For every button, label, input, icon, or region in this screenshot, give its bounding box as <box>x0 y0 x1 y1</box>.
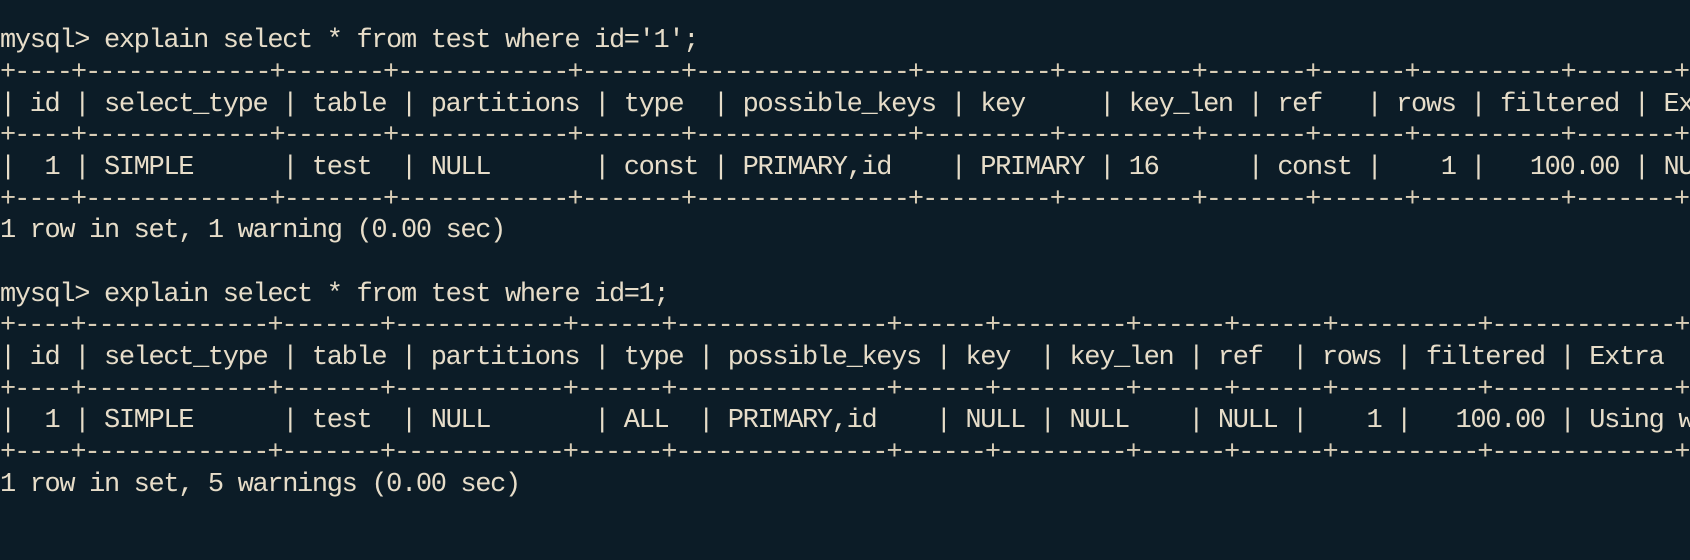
table-border: +----+-------------+-------+------------… <box>0 58 1690 88</box>
result-summary: 1 row in set, 1 warning (0.00 sec) <box>0 216 506 246</box>
table-border: +----+-------------+-------+------------… <box>0 121 1690 151</box>
table-row: | 1 | SIMPLE | test | NULL | const | PRI… <box>0 153 1690 183</box>
command-line: mysql> explain select * from test where … <box>0 280 670 310</box>
table-row: | 1 | SIMPLE | test | NULL | ALL | PRIMA… <box>0 406 1690 436</box>
terminal-window[interactable]: mysql> explain select * from test where … <box>0 24 1690 560</box>
table-header-row: | id | select_type | table | partitions … <box>0 343 1690 373</box>
table-border: +----+-------------+-------+------------… <box>0 311 1690 341</box>
command-line: mysql> explain select * from test where … <box>0 26 699 56</box>
table-border: +----+-------------+-------+------------… <box>0 438 1690 468</box>
table-border: +----+-------------+-------+------------… <box>0 185 1690 215</box>
table-header-row: | id | select_type | table | partitions … <box>0 90 1690 120</box>
result-summary: 1 row in set, 5 warnings (0.00 sec) <box>0 470 521 500</box>
table-border: +----+-------------+-------+------------… <box>0 375 1690 405</box>
